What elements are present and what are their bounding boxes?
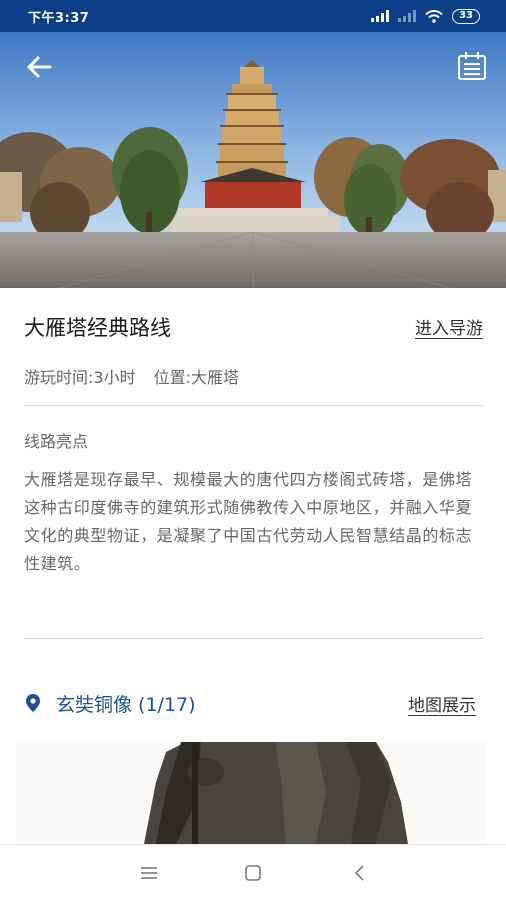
- route-description: 大雁塔是现存最早、规模最大的唐代四方楼阁式砖塔，是佛塔这种古印度佛寺的建筑形式随…: [24, 470, 473, 573]
- status-time: 下午3:37: [28, 10, 90, 26]
- highlights-label: 线路亮点: [24, 432, 89, 451]
- system-nav-bar: [0, 844, 506, 900]
- divider: [24, 405, 484, 406]
- signal-secondary-icon: [398, 10, 417, 22]
- wifi-icon: [425, 9, 443, 23]
- menu-lines-icon[interactable]: [139, 863, 159, 883]
- battery-indicator: 33: [452, 8, 480, 24]
- route-location: 位置:大雁塔: [153, 368, 239, 387]
- chevron-left-icon[interactable]: [350, 863, 370, 883]
- route-meta: 游玩时间:3小时 位置:大雁塔: [24, 364, 239, 388]
- play-time: 游玩时间:3小时: [24, 368, 136, 387]
- pagoda-photo: [0, 32, 506, 288]
- enter-guide-link[interactable]: 进入导游: [415, 314, 483, 339]
- statue-photo: [16, 742, 486, 844]
- map-display-link[interactable]: 地图展示: [408, 691, 476, 716]
- square-home-icon[interactable]: [243, 863, 263, 883]
- document-list-icon[interactable]: [455, 50, 489, 82]
- signal-icon: [371, 10, 390, 22]
- back-arrow-icon[interactable]: [22, 52, 56, 82]
- route-title: 大雁塔经典路线: [24, 316, 171, 340]
- status-bar: 下午3:37 33: [0, 0, 506, 32]
- hero-image: [0, 32, 506, 288]
- divider: [24, 638, 484, 639]
- statue-image[interactable]: [16, 742, 486, 844]
- status-icons: 33: [371, 8, 480, 24]
- point-header: 玄奘铜像 (1/17) 地图展示: [26, 688, 476, 718]
- point-name[interactable]: 玄奘铜像 (1/17): [56, 690, 196, 717]
- location-pin-icon: [26, 694, 40, 712]
